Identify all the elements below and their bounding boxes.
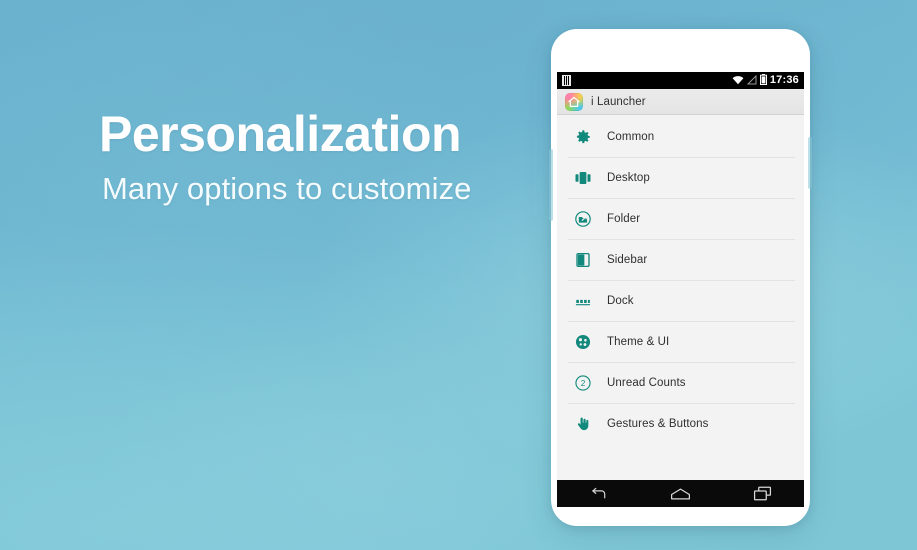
list-item-label: Folder — [607, 212, 641, 225]
promo-screenshot: Personalization Many options to customiz… — [0, 0, 917, 550]
battery-icon — [759, 72, 767, 90]
desktop-screens-icon — [573, 168, 593, 188]
list-item-sidebar[interactable]: Sidebar — [557, 239, 804, 280]
app-title: i Launcher — [591, 95, 646, 108]
status-bar-left — [562, 75, 571, 86]
list-item-label: Desktop — [607, 171, 650, 184]
signal-icon — [746, 72, 757, 90]
list-item-dock[interactable]: Dock — [557, 280, 804, 321]
settings-list: Common Desktop Folder Sidebar Dock Theme… — [557, 115, 804, 444]
phone-device: 17:36 i Launcher Common Desktop Folder S… — [549, 29, 812, 526]
phone-bezel-left — [549, 149, 553, 221]
status-bar: 17:36 — [557, 72, 804, 89]
wifi-icon — [732, 72, 744, 90]
phone-screen: 17:36 i Launcher Common Desktop Folder S… — [557, 72, 804, 480]
unread-badge-icon: 2 — [573, 373, 593, 393]
status-bar-clock: 17:36 — [769, 74, 799, 86]
page-title: Personalization — [99, 106, 462, 162]
dock-icon — [573, 291, 593, 311]
list-item-label: Dock — [607, 294, 634, 307]
sidebar-icon — [573, 250, 593, 270]
recents-icon[interactable] — [743, 483, 783, 505]
home-icon[interactable] — [660, 483, 700, 505]
list-item-label: Theme & UI — [607, 335, 670, 348]
list-item-common[interactable]: Common — [557, 116, 804, 157]
app-header: i Launcher — [557, 89, 804, 115]
page-subtitle: Many options to customize — [102, 171, 472, 206]
folder-icon — [573, 209, 593, 229]
list-item-desktop[interactable]: Desktop — [557, 157, 804, 198]
android-nav-bar — [557, 480, 804, 507]
i-launcher-app-icon — [565, 92, 583, 111]
list-item-folder[interactable]: Folder — [557, 198, 804, 239]
status-bar-right: 17:36 — [732, 72, 799, 90]
gear-icon — [573, 127, 593, 147]
list-item-label: Sidebar — [607, 253, 648, 266]
svg-text:2: 2 — [581, 379, 586, 388]
list-item-label: Gestures & Buttons — [607, 417, 709, 430]
list-item-label: Common — [607, 130, 655, 143]
list-item-label: Unread Counts — [607, 376, 686, 389]
phone-bezel-right — [808, 137, 812, 189]
list-item-gestures-buttons[interactable]: Gestures & Buttons — [557, 403, 804, 444]
list-item-theme-ui[interactable]: Theme & UI — [557, 321, 804, 362]
hand-gesture-icon — [573, 414, 593, 434]
promo-copy: Personalization Many options to customiz… — [99, 108, 529, 208]
back-icon[interactable] — [578, 483, 618, 505]
list-item-unread-counts[interactable]: 2 Unread Counts — [557, 362, 804, 403]
theme-palette-icon — [573, 332, 593, 352]
sim-card-icon — [562, 75, 571, 86]
